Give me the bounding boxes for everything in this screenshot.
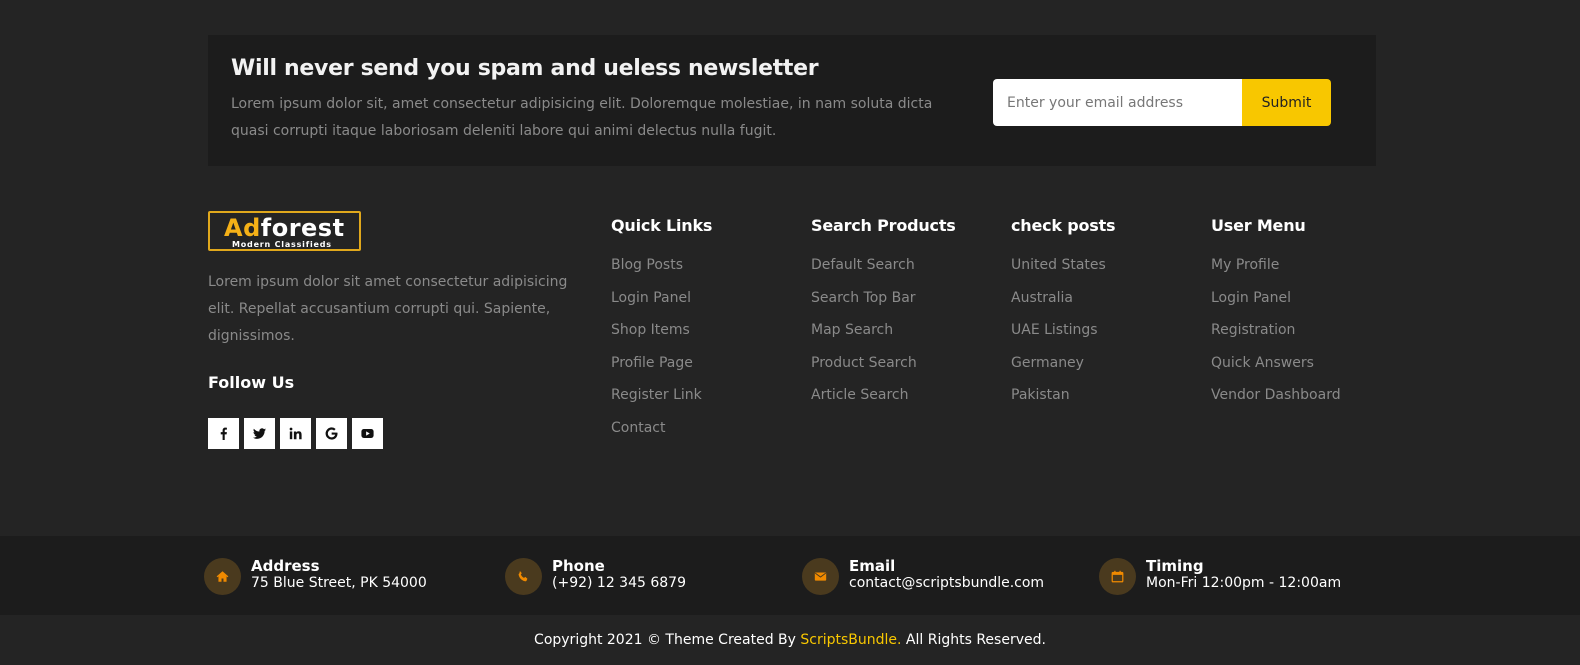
contact-bar: Address 75 Blue Street, PK 54000 Phone (…: [0, 536, 1580, 615]
footer-link[interactable]: Article Search: [811, 385, 956, 418]
footer-link[interactable]: Registration: [1211, 320, 1341, 353]
copyright-bar: Copyright 2021 © Theme Created By Script…: [0, 615, 1580, 665]
home-icon: [204, 558, 241, 595]
contact-label: Phone: [552, 557, 605, 575]
logo-ad: Ad: [224, 214, 261, 242]
logo-tagline: Modern Classifieds: [232, 240, 332, 249]
footer-link[interactable]: Quick Answers: [1211, 353, 1341, 386]
footer-link[interactable]: United States: [1011, 255, 1115, 288]
search-products-column: Search Products Default Search Search To…: [811, 216, 956, 418]
footer-link[interactable]: Register Link: [611, 385, 712, 418]
footer-link[interactable]: Vendor Dashboard: [1211, 385, 1341, 418]
column-title: User Menu: [1211, 216, 1306, 235]
footer-link[interactable]: Map Search: [811, 320, 956, 353]
footer-link[interactable]: My Profile: [1211, 255, 1341, 288]
column-title: Search Products: [811, 216, 956, 235]
contact-label: Timing: [1146, 557, 1204, 575]
about-text: Lorem ipsum dolor sit amet consectetur a…: [208, 274, 568, 344]
contact-value: contact@scriptsbundle.com: [849, 575, 1045, 591]
footer-link[interactable]: Default Search: [811, 255, 956, 288]
contact-value: 75 Blue Street, PK 54000: [251, 575, 427, 591]
footer-link[interactable]: Contact: [611, 418, 712, 451]
contact-email: Email contact@scriptsbundle.com: [802, 558, 1044, 595]
user-menu-column: User Menu My Profile Login Panel Registr…: [1211, 216, 1341, 418]
contact-phone: Phone (+92) 12 345 6879: [505, 558, 686, 595]
calendar-icon: [1099, 558, 1136, 595]
newsletter-title: Will never send you spam and ueless news…: [231, 56, 819, 81]
column-title: check posts: [1011, 216, 1116, 235]
brand-link[interactable]: ScriptsBundle.: [800, 632, 901, 648]
footer-link[interactable]: Search Top Bar: [811, 288, 956, 321]
newsletter-text: Lorem ipsum dolor sit, amet consectetur …: [231, 96, 933, 139]
copyright-suffix: All Rights Reserved.: [901, 632, 1046, 648]
twitter-icon[interactable]: [244, 418, 275, 449]
footer-link[interactable]: Login Panel: [611, 288, 712, 321]
column-title: Quick Links: [611, 216, 713, 235]
footer-link[interactable]: Profile Page: [611, 353, 712, 386]
adforest-logo[interactable]: Adforest Modern Classifieds: [208, 211, 361, 251]
logo-forest: forest: [260, 214, 345, 242]
check-posts-column: check posts United States Australia UAE …: [1011, 216, 1116, 418]
follow-us-title: Follow Us: [208, 373, 295, 392]
google-icon[interactable]: [316, 418, 347, 449]
contact-timing: Timing Mon-Fri 12:00pm - 12:00am: [1099, 558, 1341, 595]
email-input[interactable]: [993, 79, 1242, 126]
footer-link[interactable]: Pakistan: [1011, 385, 1115, 418]
contact-value: (+92) 12 345 6879: [552, 575, 686, 591]
newsletter-form: Submit: [993, 79, 1331, 126]
contact-label: Address: [251, 557, 320, 575]
phone-icon: [505, 558, 542, 595]
footer-link[interactable]: Login Panel: [1211, 288, 1341, 321]
newsletter-section: Will never send you spam and ueless news…: [208, 35, 1376, 166]
submit-button[interactable]: Submit: [1242, 79, 1331, 126]
envelope-icon: [802, 558, 839, 595]
youtube-icon[interactable]: [352, 418, 383, 449]
social-links: [208, 418, 383, 449]
footer-link[interactable]: Product Search: [811, 353, 956, 386]
footer-link[interactable]: Blog Posts: [611, 255, 712, 288]
facebook-icon[interactable]: [208, 418, 239, 449]
contact-label: Email: [849, 557, 896, 575]
quick-links-column: Quick Links Blog Posts Login Panel Shop …: [611, 216, 712, 451]
linkedin-icon[interactable]: [280, 418, 311, 449]
footer-link[interactable]: UAE Listings: [1011, 320, 1115, 353]
contact-value: Mon-Fri 12:00pm - 12:00am: [1146, 575, 1342, 591]
contact-address: Address 75 Blue Street, PK 54000: [204, 558, 427, 595]
logo-wordmark: Adforest: [224, 213, 345, 243]
footer-link[interactable]: Shop Items: [611, 320, 712, 353]
footer-link[interactable]: Germaney: [1011, 353, 1115, 386]
footer-link[interactable]: Australia: [1011, 288, 1115, 321]
copyright-prefix: Copyright 2021 © Theme Created By: [534, 632, 801, 648]
